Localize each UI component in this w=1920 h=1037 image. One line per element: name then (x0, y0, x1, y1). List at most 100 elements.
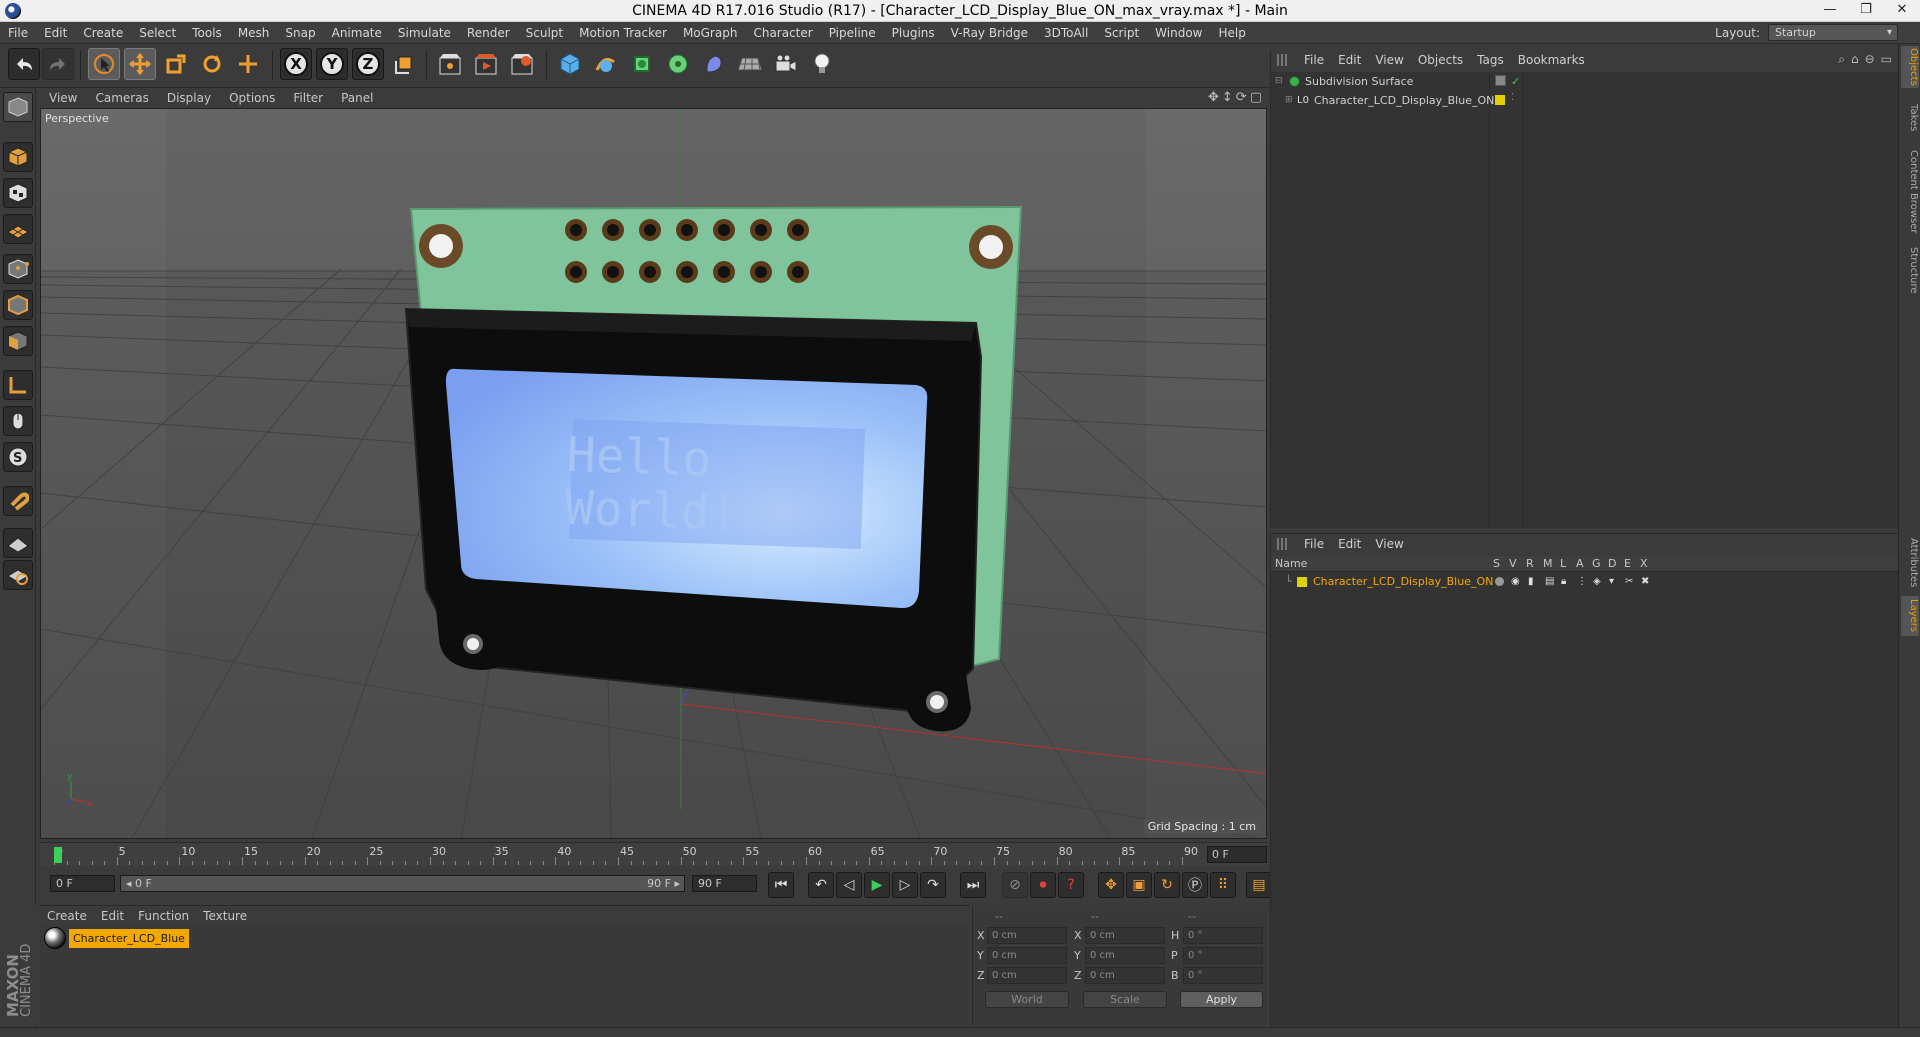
material-menu-function[interactable]: Function (131, 909, 196, 923)
auto-key-icon[interactable]: ⏺ (1030, 872, 1056, 898)
pan-icon[interactable]: ✥ (1208, 90, 1219, 105)
menu-snap[interactable]: Snap (277, 22, 323, 44)
object-menu-objects[interactable]: Objects (1411, 53, 1470, 67)
rotation-h-field[interactable]: 0 ° (1183, 927, 1263, 944)
layer-column-e[interactable]: E (1624, 557, 1631, 570)
tab-takes[interactable]: Takes (1901, 102, 1919, 134)
visibility-dots-icon[interactable]: ⁚ (1511, 88, 1514, 107)
menu-tools[interactable]: Tools (184, 22, 230, 44)
go-to-end-icon[interactable]: ⏭ (960, 872, 986, 898)
layout-dropdown[interactable]: Startup (1768, 24, 1898, 41)
layer-color-swatch[interactable] (1297, 577, 1307, 587)
viewport-menu-cameras[interactable]: Cameras (86, 91, 157, 105)
layer-color-swatch[interactable] (1495, 95, 1505, 105)
end-frame-field[interactable]: 90 F (692, 875, 757, 892)
magnet-icon[interactable] (3, 486, 33, 516)
live-selection-icon[interactable] (88, 48, 120, 80)
panel-options-icon[interactable]: ⊖ (1865, 52, 1875, 67)
camera-icon[interactable] (770, 48, 802, 80)
next-frame-icon[interactable]: ▷ (892, 872, 918, 898)
floor-grid-icon[interactable] (734, 48, 766, 80)
object-name[interactable]: Character_LCD_Display_Blue_ON (1314, 91, 1494, 110)
position-y-field[interactable]: 0 cm (987, 947, 1067, 964)
current-frame-field[interactable]: 0 F (1207, 846, 1267, 863)
edit-toggle-icon[interactable] (1495, 75, 1506, 86)
render-view-icon[interactable] (434, 48, 466, 80)
xref-icon[interactable]: ✖ (1641, 572, 1649, 591)
perspective-viewport[interactable]: Hello World! y x Perspective Grid Spacin… (40, 108, 1267, 839)
size-x-field[interactable]: 0 cm (1085, 927, 1165, 944)
render-icon[interactable]: ▮ (1528, 572, 1534, 591)
x-axis-lock-icon[interactable]: X (280, 48, 312, 80)
rotation-p-field[interactable]: 0 ° (1183, 947, 1263, 964)
timeline-window-icon[interactable]: ▤ (1246, 872, 1272, 898)
menu-mograph[interactable]: MoGraph (675, 22, 746, 44)
menu-help[interactable]: Help (1210, 22, 1253, 44)
model-mode-icon[interactable] (3, 142, 33, 172)
coordinate-mode-dropdown[interactable]: World (985, 991, 1069, 1008)
locked-workplane-icon[interactable] (3, 560, 33, 590)
playhead-marker[interactable] (54, 847, 62, 863)
menu-simulate[interactable]: Simulate (390, 22, 459, 44)
go-to-next-key-icon[interactable]: ↷ (920, 872, 946, 898)
layer-column-v[interactable]: V (1509, 557, 1517, 570)
material-item[interactable]: Character_LCD_Blue (44, 927, 189, 949)
workplane-mode-icon[interactable] (3, 214, 33, 244)
move-icon[interactable] (124, 48, 156, 80)
z-axis-lock-icon[interactable]: Z (352, 48, 384, 80)
menu-animate[interactable]: Animate (324, 22, 390, 44)
edges-mode-icon[interactable] (3, 290, 33, 320)
animation-icon[interactable]: ⋮ (1577, 572, 1587, 591)
texture-mode-icon[interactable] (3, 178, 33, 208)
layer-name[interactable]: Character_LCD_Display_Blue_ON (1313, 572, 1493, 591)
viewport-menu-filter[interactable]: Filter (284, 91, 332, 105)
view-eye-icon[interactable]: ◉ (1511, 572, 1520, 591)
object-menu-file[interactable]: File (1297, 53, 1331, 67)
menu-mesh[interactable]: Mesh (230, 22, 278, 44)
menu-file[interactable]: File (0, 22, 36, 44)
scale-icon[interactable] (160, 48, 192, 80)
expression-icon[interactable]: ✂ (1625, 572, 1633, 591)
object-name[interactable]: Subdivision Surface (1305, 72, 1413, 91)
layer-column-m[interactable]: M (1543, 557, 1553, 570)
menu-sculpt[interactable]: Sculpt (518, 22, 571, 44)
object-menu-edit[interactable]: Edit (1331, 53, 1368, 67)
position-x-field[interactable]: 0 cm (987, 927, 1067, 944)
key-parameter-icon[interactable]: Ⓟ (1182, 872, 1208, 898)
record-keys-icon[interactable]: ⊘ (1002, 872, 1028, 898)
menu-3dtoall[interactable]: 3DToAll (1036, 22, 1096, 44)
coordinate-system-icon[interactable] (388, 48, 420, 80)
generator-icon[interactable]: ◈ (1593, 572, 1601, 591)
transform-icon[interactable] (232, 48, 264, 80)
axis-mode-icon[interactable] (3, 370, 33, 400)
layer-column-name[interactable]: Name (1275, 557, 1307, 570)
object-menu-tags[interactable]: Tags (1470, 53, 1511, 67)
menu-select[interactable]: Select (131, 22, 184, 44)
minimize-button[interactable]: — (1812, 0, 1848, 22)
solo-icon[interactable] (1495, 577, 1504, 586)
manager-icon[interactable]: ▤ (1545, 572, 1554, 591)
layer-column-a[interactable]: A (1576, 557, 1584, 570)
render-settings-icon[interactable] (506, 48, 538, 80)
layer-column-s[interactable]: S (1493, 557, 1500, 570)
polygons-mode-icon[interactable] (3, 326, 33, 356)
position-z-field[interactable]: 0 cm (987, 967, 1067, 984)
maximize-view-icon[interactable]: ▢ (1250, 90, 1262, 105)
material-preview-icon[interactable] (44, 927, 66, 949)
size-z-field[interactable]: 0 cm (1085, 967, 1165, 984)
tab-objects[interactable]: Objects (1901, 46, 1919, 88)
layer-column-d[interactable]: D (1608, 557, 1616, 570)
light-icon[interactable] (806, 48, 838, 80)
size-y-field[interactable]: 0 cm (1085, 947, 1165, 964)
key-scale-icon[interactable]: ▣ (1126, 872, 1152, 898)
object-menu-view[interactable]: View (1368, 53, 1410, 67)
layer-column-x[interactable]: X (1640, 557, 1648, 570)
material-menu-edit[interactable]: Edit (94, 909, 131, 923)
tab-attributes[interactable]: Attributes (1901, 534, 1919, 592)
menu-create[interactable]: Create (75, 22, 131, 44)
material-menu-create[interactable]: Create (40, 909, 94, 923)
sculpt-grid-icon[interactable] (3, 528, 33, 558)
viewport-menu-display[interactable]: Display (158, 91, 220, 105)
menu-character[interactable]: Character (745, 22, 820, 44)
deformer-icon[interactable]: ▾ (1609, 572, 1614, 591)
